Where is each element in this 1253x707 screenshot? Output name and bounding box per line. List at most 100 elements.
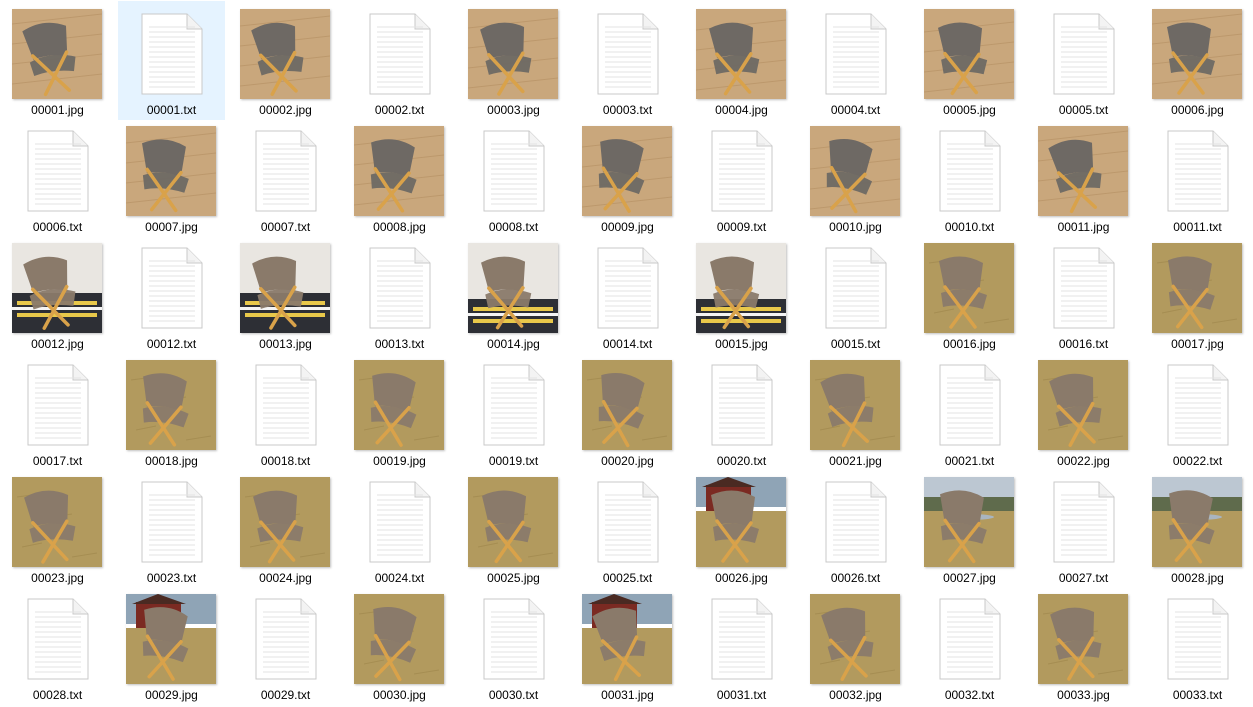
file-name-label: 00021.txt [944, 454, 995, 468]
file-thumbnail-box [119, 477, 224, 568]
file-item-text[interactable]: 00020.txt [689, 353, 794, 470]
file-item-text[interactable]: 00017.txt [5, 353, 110, 470]
file-item-image[interactable]: 00022.jpg [1031, 353, 1136, 470]
file-item-text[interactable]: 00029.txt [233, 587, 338, 704]
file-item-image[interactable]: 00030.jpg [347, 587, 452, 704]
file-item-image[interactable]: 00029.jpg [119, 587, 224, 704]
file-item-text[interactable]: 00003.txt [575, 2, 680, 119]
file-item-text[interactable]: 00021.txt [917, 353, 1022, 470]
file-item-image[interactable]: 00007.jpg [119, 119, 224, 236]
file-item-text[interactable]: 00014.txt [575, 236, 680, 353]
file-item-text[interactable]: 00009.txt [689, 119, 794, 236]
image-thumbnail [12, 477, 102, 567]
file-item-image[interactable]: 00002.jpg [233, 2, 338, 119]
file-name-label: 00007.txt [260, 220, 311, 234]
file-name-label: 00017.txt [32, 454, 83, 468]
text-file-icon [141, 247, 203, 329]
image-thumbnail [126, 126, 216, 216]
file-item-text[interactable]: 00018.txt [233, 353, 338, 470]
file-item-text[interactable]: 00031.txt [689, 587, 794, 704]
text-file-icon [939, 598, 1001, 680]
file-thumbnail-box [689, 594, 794, 685]
file-item-text[interactable]: 00010.txt [917, 119, 1022, 236]
image-thumbnail [1152, 9, 1242, 99]
file-item-image[interactable]: 00019.jpg [347, 353, 452, 470]
file-item-image[interactable]: 00021.jpg [803, 353, 908, 470]
text-file-icon [711, 364, 773, 446]
file-name-label: 00030.txt [488, 688, 539, 702]
file-name-label: 00033.txt [1172, 688, 1223, 702]
text-file-icon [255, 598, 317, 680]
file-item-image[interactable]: 00008.jpg [347, 119, 452, 236]
file-item-text[interactable]: 00026.txt [803, 470, 908, 587]
file-item-text[interactable]: 00022.txt [1145, 353, 1250, 470]
file-item-text[interactable]: 00011.txt [1145, 119, 1250, 236]
file-item-text[interactable]: 00013.txt [347, 236, 452, 353]
file-item-text[interactable]: 00028.txt [5, 587, 110, 704]
file-thumbnail-box [1031, 594, 1136, 685]
file-thumbnail-box [119, 9, 224, 100]
image-thumbnail [354, 126, 444, 216]
file-item-image[interactable]: 00009.jpg [575, 119, 680, 236]
file-name-label: 00024.jpg [259, 571, 312, 585]
file-name-label: 00002.jpg [259, 103, 312, 117]
file-thumbnail-box [347, 594, 452, 685]
file-item-image[interactable]: 00017.jpg [1145, 236, 1250, 353]
file-thumbnail-box [803, 360, 908, 451]
file-thumbnail-box [917, 9, 1022, 100]
file-thumbnail-box [119, 360, 224, 451]
file-name-label: 00012.jpg [31, 337, 84, 351]
file-thumbnail-box [917, 594, 1022, 685]
file-item-text[interactable]: 00008.txt [461, 119, 566, 236]
file-item-text[interactable]: 00012.txt [119, 236, 224, 353]
file-item-image[interactable]: 00025.jpg [461, 470, 566, 587]
file-item-text[interactable]: 00001.txt [118, 1, 225, 120]
file-item-image[interactable]: 00020.jpg [575, 353, 680, 470]
image-thumbnail [810, 126, 900, 216]
file-item-image[interactable]: 00003.jpg [461, 2, 566, 119]
file-item-text[interactable]: 00032.txt [917, 587, 1022, 704]
file-name-label: 00017.jpg [1171, 337, 1224, 351]
file-item-image[interactable]: 00018.jpg [119, 353, 224, 470]
file-name-label: 00030.jpg [373, 688, 426, 702]
file-item-text[interactable]: 00025.txt [575, 470, 680, 587]
text-file-icon [597, 247, 659, 329]
file-item-text[interactable]: 00019.txt [461, 353, 566, 470]
file-item-text[interactable]: 00033.txt [1145, 587, 1250, 704]
file-item-image[interactable]: 00023.jpg [5, 470, 110, 587]
file-item-text[interactable]: 00002.txt [347, 2, 452, 119]
file-item-image[interactable]: 00016.jpg [917, 236, 1022, 353]
file-item-text[interactable]: 00005.txt [1031, 2, 1136, 119]
file-item-text[interactable]: 00015.txt [803, 236, 908, 353]
file-item-image[interactable]: 00012.jpg [5, 236, 110, 353]
file-item-text[interactable]: 00004.txt [803, 2, 908, 119]
text-file-icon [483, 598, 545, 680]
file-item-text[interactable]: 00027.txt [1031, 470, 1136, 587]
file-item-image[interactable]: 00032.jpg [803, 587, 908, 704]
file-thumbnail-box [233, 594, 338, 685]
file-item-text[interactable]: 00016.txt [1031, 236, 1136, 353]
file-name-label: 00013.jpg [259, 337, 312, 351]
file-name-label: 00007.jpg [145, 220, 198, 234]
file-item-image[interactable]: 00010.jpg [803, 119, 908, 236]
file-item-image[interactable]: 00005.jpg [917, 2, 1022, 119]
file-item-image[interactable]: 00004.jpg [689, 2, 794, 119]
file-item-image[interactable]: 00026.jpg [689, 470, 794, 587]
file-item-image[interactable]: 00033.jpg [1031, 587, 1136, 704]
file-item-image[interactable]: 00031.jpg [575, 587, 680, 704]
file-item-text[interactable]: 00023.txt [119, 470, 224, 587]
file-item-image[interactable]: 00027.jpg [917, 470, 1022, 587]
file-item-image[interactable]: 00011.jpg [1031, 119, 1136, 236]
file-item-image[interactable]: 00014.jpg [461, 236, 566, 353]
file-item-image[interactable]: 00013.jpg [233, 236, 338, 353]
file-item-image[interactable]: 00001.jpg [5, 2, 110, 119]
file-item-text[interactable]: 00007.txt [233, 119, 338, 236]
file-item-text[interactable]: 00024.txt [347, 470, 452, 587]
file-item-image[interactable]: 00028.jpg [1145, 470, 1250, 587]
file-item-text[interactable]: 00006.txt [5, 119, 110, 236]
file-item-image[interactable]: 00024.jpg [233, 470, 338, 587]
file-item-image[interactable]: 00015.jpg [689, 236, 794, 353]
file-item-image[interactable]: 00006.jpg [1145, 2, 1250, 119]
file-name-label: 00027.txt [1058, 571, 1109, 585]
file-item-text[interactable]: 00030.txt [461, 587, 566, 704]
